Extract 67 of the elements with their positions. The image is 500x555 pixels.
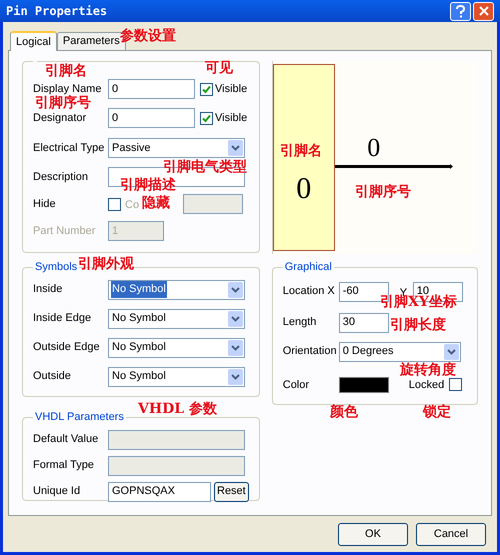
help-button[interactable] [450,2,471,20]
text-field[interactable]: 0 [108,79,195,99]
field-label: Color [282,378,310,392]
field-label: Electrical Type [33,140,106,156]
annotation: 旋转角度 [400,362,456,379]
dropdown[interactable]: No Symbol [108,366,245,386]
checkbox[interactable] [200,112,213,124]
text-field[interactable]: 0 [108,108,195,128]
dialog-button[interactable]: Cancel [416,523,486,546]
annotation: 可见 [205,60,233,77]
field-label: Part Number [33,224,96,239]
close-icon [478,6,488,16]
field-label: Visible [215,82,248,97]
pin-name: 0 [296,174,312,204]
pin-number: 0 [367,135,380,161]
field-label: Length [282,315,318,330]
field-label: Inside Edge [33,311,92,326]
text-field[interactable]: GOPNSQAX [108,482,211,502]
annotation: 锁定 [423,404,451,421]
dropdown[interactable]: Passive [108,138,245,158]
help-icon [456,4,465,18]
text-field[interactable]: 30 [338,312,389,332]
check-icon [202,84,211,94]
text-field[interactable] [108,430,245,450]
field-label: Display Name [33,82,102,95]
group-title: Graphical [284,260,333,275]
field-label: Description [33,170,90,185]
field-label: Location X [282,284,336,300]
close-button[interactable] [473,2,494,20]
field-label: Default Value [33,432,100,448]
annotation: 引脚名 [45,63,87,80]
field-label: Formal Type [33,458,95,474]
annotation: 引脚长度 [390,317,446,334]
field-label: Hide [33,196,57,212]
field-label: Outside Edge [33,340,101,356]
annotation: 引脚外观 [78,256,134,273]
annotation: 引脚序号 [35,95,91,112]
dropdown[interactable]: 0 Degrees [338,342,461,362]
annotation: 隐藏 [142,195,170,212]
dropdown[interactable]: No Symbol [108,338,245,358]
annotation: 引脚名 [280,143,322,160]
text-field[interactable] [108,456,245,476]
field-label: Locked [408,378,444,392]
checkbox[interactable] [449,378,462,392]
field-label: Inside [33,282,64,298]
check-icon [202,114,211,122]
annotation: VHDL 参数 [138,401,217,418]
field-label: Visible [215,110,248,126]
tab[interactable]: Logical [10,31,57,51]
annotation: 引脚电气类型 [163,159,247,176]
field-label: Orientation [282,344,338,360]
color-swatch[interactable] [338,376,389,393]
reset-button[interactable]: Reset [214,482,249,502]
field-label: Unique Id [33,484,82,500]
annotation: 引脚描述 [120,177,176,194]
group-title: Symbols [34,260,78,275]
window-title: Pin Properties [6,3,108,20]
checkbox[interactable] [200,82,213,96]
field-label: Outside [33,369,72,384]
dropdown[interactable]: No Symbol [108,280,245,300]
field-label: Co [125,199,140,211]
dialog-button[interactable]: OK [338,523,408,546]
field-label: Designator [33,110,88,126]
annotation: 引脚序号 [355,184,411,201]
annotation: 颜色 [330,404,358,421]
group-title: VHDL Parameters [34,410,125,425]
dropdown[interactable]: No Symbol [108,308,245,328]
